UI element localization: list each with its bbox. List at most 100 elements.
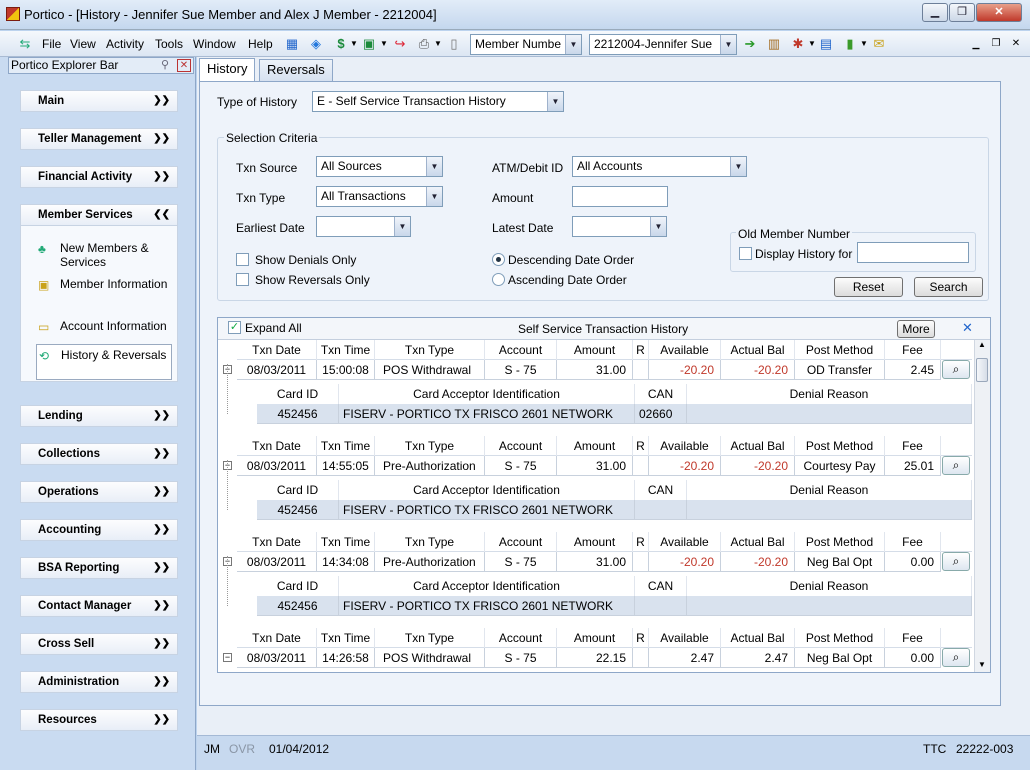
magnifier-icon[interactable]: ⌕ [942, 552, 970, 571]
chevron-down-icon[interactable]: ▼ [730, 157, 746, 176]
member-select[interactable]: 2212004-Jennifer Sue ▼ [589, 34, 737, 55]
nav-group-label: Collections [38, 448, 100, 460]
menu-activity[interactable]: Activity [106, 37, 144, 51]
nav-group-resources[interactable]: Resources ❯❯ [20, 709, 178, 731]
magnifier-icon[interactable]: ⌕ [942, 456, 970, 475]
nav-group-accounting[interactable]: Accounting ❯❯ [20, 519, 178, 541]
table-row[interactable]: 08/03/2011 14:55:05 Pre-Authorization S - 7… [237, 456, 972, 476]
title-bar: Portico - [History - Jennifer Sue Member… [0, 0, 1030, 30]
txn-type-select[interactable]: All Transactions ▼ [316, 186, 443, 207]
sub-item-member-information[interactable]: ▣ Member Information [36, 277, 172, 292]
txn-type-label: Txn Type [236, 191, 286, 205]
nav-group-operations[interactable]: Operations ❯❯ [20, 481, 178, 503]
nav-group-label: Administration [38, 676, 120, 688]
pin-icon[interactable]: ⚲ [161, 58, 169, 73]
nav-group-member-services[interactable]: Member Services ❮❮ [20, 204, 178, 226]
amount-input[interactable] [572, 186, 668, 207]
txn-source-select[interactable]: All Sources ▼ [316, 156, 443, 177]
chevron-down-icon[interactable]: ▼ [426, 187, 442, 206]
sub-item-history-reversals[interactable]: ⟲ History & Reversals [36, 344, 172, 380]
tag-icon[interactable]: ◈ [308, 36, 324, 52]
show-reversals-checkbox[interactable] [236, 273, 249, 286]
detail-column-header: Denial Reason [687, 384, 972, 404]
table-cell: 0.00 [885, 648, 941, 668]
reset-button[interactable]: Reset [834, 277, 903, 297]
mdi-close-icon[interactable]: ✕ [1008, 36, 1024, 52]
nav-group-main[interactable]: Main ❯❯ [20, 90, 178, 112]
mdi-minimize-icon[interactable]: ▁ [968, 36, 984, 52]
scroll-thumb[interactable] [976, 358, 988, 382]
scroll-down-icon[interactable]: ▼ [978, 660, 986, 669]
expand-all-checkbox[interactable]: ✓ [228, 321, 241, 334]
nav-group-cross-sell[interactable]: Cross Sell ❯❯ [20, 633, 178, 655]
back-icon[interactable]: ⇆ [17, 36, 33, 52]
explorer-close-icon[interactable]: ✕ [177, 59, 191, 72]
grid-scrollbar[interactable]: ▲ ▼ [974, 340, 990, 672]
chevron-down-icon[interactable]: ▼ [547, 92, 563, 111]
nav-group-lending[interactable]: Lending ❯❯ [20, 405, 178, 427]
nav-group-collections[interactable]: Collections ❯❯ [20, 443, 178, 465]
show-denials-checkbox[interactable] [236, 253, 249, 266]
tab-history[interactable]: History [199, 58, 256, 82]
chevron-down-icon[interactable]: ▼ [720, 35, 736, 54]
collapse-icon[interactable]: − [223, 653, 232, 662]
restore-button[interactable]: ❐ [949, 3, 975, 22]
menu-view[interactable]: View [70, 37, 96, 51]
column-header-row: Txn Date Txn Time Txn Type Account Amount R Av… [237, 340, 972, 360]
table-row[interactable]: 08/03/2011 14:26:58 POS Withdrawal S - 75 22… [237, 648, 972, 668]
type-of-history-select[interactable]: E - Self Service Transaction History ▼ [312, 91, 564, 112]
deposit-icon[interactable]: ▣ [361, 36, 377, 52]
money-dropdown-icon[interactable]: ▼ [346, 36, 362, 52]
earliest-date-picker[interactable]: ▼ [316, 216, 411, 237]
printer-dropdown-icon[interactable]: ▼ [430, 36, 446, 52]
nav-group-bsa-reporting[interactable]: BSA Reporting ❯❯ [20, 557, 178, 579]
tab-reversals[interactable]: Reversals [259, 59, 333, 81]
deposit-dropdown-icon[interactable]: ▼ [376, 36, 392, 52]
latest-date-picker[interactable]: ▼ [572, 216, 667, 237]
descending-order-radio[interactable] [492, 253, 505, 266]
menu-help[interactable]: Help [248, 37, 273, 51]
export-icon[interactable]: ✕ [962, 320, 973, 336]
ascending-order-radio[interactable] [492, 273, 505, 286]
old-member-number-input[interactable] [857, 242, 969, 263]
detail-column-header: Denial Reason [687, 480, 972, 500]
nav-group-financial-activity[interactable]: Financial Activity ❯❯ [20, 166, 178, 188]
go-arrow-icon[interactable]: ➔ [742, 36, 758, 52]
nav-group-contact-manager[interactable]: Contact Manager ❯❯ [20, 595, 178, 617]
table-cell: 15:00:08 [317, 360, 375, 380]
menu-file[interactable]: File [42, 37, 61, 51]
atm-debit-id-select[interactable]: All Accounts ▼ [572, 156, 747, 177]
mail-icon[interactable]: ✉ [871, 36, 887, 52]
calculator-icon[interactable]: ▦ [284, 36, 300, 52]
nav-group-teller-management[interactable]: Teller Management ❯❯ [20, 128, 178, 150]
scroll-up-icon[interactable]: ▲ [978, 340, 986, 349]
sub-item-new-members[interactable]: ♣ New Members & Services [36, 241, 172, 269]
nav-group-administration[interactable]: Administration ❯❯ [20, 671, 178, 693]
table-row[interactable]: 08/03/2011 15:00:08 POS Withdrawal S - 75 31… [237, 360, 972, 380]
chevron-down-icon[interactable]: ▼ [394, 217, 410, 236]
chart-icon[interactable]: ▤ [818, 36, 834, 52]
table-row[interactable]: 08/03/2011 14:34:08 Pre-Authorization S - 7… [237, 552, 972, 572]
sub-item-account-information[interactable]: ▭ Account Information [36, 319, 172, 334]
show-reversals-label: Show Reversals Only [255, 273, 370, 287]
menu-tools[interactable]: Tools [155, 37, 183, 51]
table-cell: 22.15 [557, 648, 633, 668]
more-button[interactable]: More [897, 320, 935, 338]
chevron-down-icon[interactable]: ▼ [426, 157, 442, 176]
books-icon[interactable]: ▥ [766, 36, 782, 52]
menu-window[interactable]: Window [193, 37, 236, 51]
display-history-checkbox[interactable] [739, 247, 752, 260]
magnifier-icon[interactable]: ⌕ [942, 648, 970, 667]
redo-icon[interactable]: ↪ [392, 36, 408, 52]
chevron-down-icon[interactable]: ▼ [565, 35, 581, 54]
mdi-restore-icon[interactable]: ❐ [988, 36, 1004, 52]
search-type-select[interactable]: Member Numbe ▼ [470, 34, 582, 55]
search-button[interactable]: Search [914, 277, 983, 297]
battery-dropdown-icon[interactable]: ▼ [856, 36, 872, 52]
close-button[interactable]: ✕ [976, 3, 1022, 22]
chevron-down-icon: ❯❯ [153, 638, 170, 649]
document-icon[interactable]: ▯ [446, 36, 462, 52]
minimize-button[interactable]: ▁ [922, 3, 948, 22]
chevron-down-icon[interactable]: ▼ [650, 217, 666, 236]
magnifier-icon[interactable]: ⌕ [942, 360, 970, 379]
